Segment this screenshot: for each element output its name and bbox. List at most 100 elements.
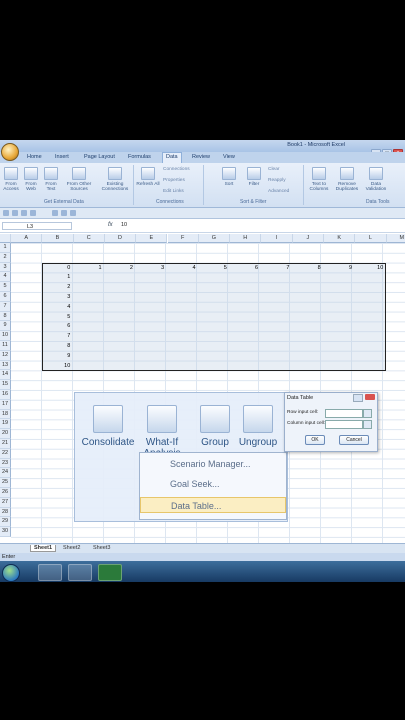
cell-colB[interactable]: 8 bbox=[42, 343, 70, 349]
properties-link[interactable]: Properties bbox=[163, 178, 185, 183]
row-header-7[interactable]: 7 bbox=[0, 301, 11, 312]
fx-icon[interactable]: fx bbox=[108, 222, 113, 228]
column-ref-button[interactable] bbox=[363, 420, 372, 429]
tab-review[interactable]: Review bbox=[192, 154, 210, 160]
undo-icon[interactable] bbox=[12, 210, 18, 216]
row-header-2[interactable]: 2 bbox=[0, 252, 11, 263]
start-button[interactable] bbox=[2, 564, 20, 582]
formula-input[interactable]: 10 bbox=[121, 222, 127, 228]
cell-colB[interactable]: 7 bbox=[42, 333, 70, 339]
cell-colB[interactable]: 9 bbox=[42, 353, 70, 359]
row-header-28[interactable]: 28 bbox=[0, 507, 11, 518]
ie-taskbar-icon[interactable] bbox=[38, 564, 62, 581]
menu-data-table[interactable]: Data Table... bbox=[140, 497, 286, 513]
cell-row3[interactable]: 5 bbox=[199, 265, 227, 271]
sheet-tab-1[interactable]: Sheet1 bbox=[30, 545, 57, 552]
data-validation-button[interactable]: Data Validation bbox=[362, 167, 390, 192]
row-header-30[interactable]: 30 bbox=[0, 527, 11, 537]
cell-row3[interactable]: 10 bbox=[355, 265, 383, 271]
ok-button[interactable]: OK bbox=[305, 435, 325, 445]
cell-row3[interactable]: 7 bbox=[261, 265, 289, 271]
row-header-6[interactable]: 6 bbox=[0, 292, 11, 302]
column-input-field[interactable] bbox=[325, 420, 363, 429]
cell-row3[interactable]: 8 bbox=[293, 265, 321, 271]
consolidate-button[interactable]: Consolidate bbox=[79, 405, 137, 448]
column-header-j[interactable]: J bbox=[292, 234, 324, 243]
filter-button[interactable]: Filter bbox=[245, 167, 263, 187]
cell-colB[interactable]: 1 bbox=[42, 274, 70, 280]
redo-icon[interactable] bbox=[21, 210, 27, 216]
row-header-15[interactable]: 15 bbox=[0, 380, 11, 390]
text-to-columns-button[interactable]: Text to Columns bbox=[306, 167, 332, 192]
selected-range[interactable] bbox=[42, 263, 386, 371]
from-web-button[interactable]: From Web bbox=[22, 167, 40, 192]
row-header-23[interactable]: 23 bbox=[0, 458, 11, 469]
from-text-button[interactable]: From Text bbox=[42, 167, 60, 192]
cell-row3[interactable]: 9 bbox=[324, 265, 352, 271]
font-color-icon[interactable] bbox=[61, 210, 67, 216]
column-header-e[interactable]: E bbox=[136, 234, 168, 243]
office-button[interactable] bbox=[1, 143, 19, 161]
help-button[interactable] bbox=[353, 394, 363, 402]
select-all-corner[interactable] bbox=[0, 234, 11, 243]
row-header-18[interactable]: 18 bbox=[0, 409, 11, 420]
save-icon[interactable] bbox=[3, 210, 9, 216]
row-header-17[interactable]: 17 bbox=[0, 399, 11, 410]
cell-row3[interactable]: 6 bbox=[230, 265, 258, 271]
clear-link[interactable]: Clear bbox=[268, 167, 279, 172]
row-ref-button[interactable] bbox=[363, 409, 372, 418]
row-header-11[interactable]: 11 bbox=[0, 341, 11, 351]
row-header-27[interactable]: 27 bbox=[0, 497, 11, 508]
column-header-h[interactable]: H bbox=[230, 234, 262, 243]
column-header-k[interactable]: K bbox=[324, 234, 356, 243]
cell-row3[interactable]: 1 bbox=[74, 265, 102, 271]
cell-colB[interactable]: 6 bbox=[42, 323, 70, 329]
connections-link[interactable]: Connections bbox=[163, 167, 190, 172]
row-header-20[interactable]: 20 bbox=[0, 429, 11, 439]
from-other-sources-button[interactable]: From Other Sources bbox=[62, 167, 96, 192]
row-header-9[interactable]: 9 bbox=[0, 321, 11, 332]
cell-colB[interactable]: 2 bbox=[42, 284, 70, 290]
font-icon[interactable] bbox=[52, 210, 58, 216]
row-header-25[interactable]: 25 bbox=[0, 478, 11, 488]
cell-row3[interactable]: 4 bbox=[168, 265, 195, 271]
row-header-5[interactable]: 5 bbox=[0, 282, 11, 292]
app-taskbar-icon[interactable] bbox=[68, 564, 92, 581]
print-icon[interactable] bbox=[30, 210, 36, 216]
sheet-tab-2[interactable]: Sheet2 bbox=[60, 545, 83, 551]
group-button[interactable]: Group bbox=[197, 405, 233, 448]
row-input-field[interactable] bbox=[325, 409, 363, 418]
column-header-b[interactable]: B bbox=[42, 234, 74, 243]
remove-duplicates-button[interactable]: Remove Duplicates bbox=[333, 167, 361, 192]
row-header-10[interactable]: 10 bbox=[0, 331, 11, 341]
tab-page-layout[interactable]: Page Layout bbox=[84, 154, 115, 160]
name-box[interactable]: L3 bbox=[2, 222, 72, 230]
sort-button[interactable]: Sort bbox=[220, 167, 238, 187]
row-header-13[interactable]: 13 bbox=[0, 360, 11, 371]
cell-row3[interactable]: 0 bbox=[42, 265, 70, 271]
cell-colB[interactable]: 5 bbox=[42, 314, 70, 320]
tab-insert[interactable]: Insert bbox=[55, 154, 69, 160]
tab-formulas[interactable]: Formulas bbox=[128, 154, 151, 160]
row-header-4[interactable]: 4 bbox=[0, 272, 11, 283]
format-icon[interactable] bbox=[70, 210, 76, 216]
cancel-button[interactable]: Cancel bbox=[339, 435, 369, 445]
row-header-3[interactable]: 3 bbox=[0, 262, 11, 273]
cell-row3[interactable]: 2 bbox=[105, 265, 133, 271]
column-header-m[interactable]: M bbox=[386, 234, 405, 243]
existing-connections-button[interactable]: Existing Connections bbox=[100, 167, 130, 192]
row-header-1[interactable]: 1 bbox=[0, 243, 11, 253]
what-if-analysis-button[interactable]: What-If Analysis bbox=[137, 405, 187, 459]
row-header-19[interactable]: 19 bbox=[0, 419, 11, 430]
cell-colB[interactable]: 3 bbox=[42, 294, 70, 300]
tab-view[interactable]: View bbox=[223, 154, 235, 160]
row-header-12[interactable]: 12 bbox=[0, 350, 11, 361]
row-header-26[interactable]: 26 bbox=[0, 488, 11, 498]
ungroup-button[interactable]: Ungroup bbox=[235, 405, 281, 448]
column-header-a[interactable]: A bbox=[11, 234, 43, 243]
column-header-d[interactable]: D bbox=[104, 234, 137, 243]
edit-links-link[interactable]: Edit Links bbox=[163, 189, 184, 194]
from-access-button[interactable]: From Access bbox=[2, 167, 20, 192]
cell-row3[interactable]: 3 bbox=[136, 265, 164, 271]
cell-colB[interactable]: 4 bbox=[42, 304, 70, 310]
